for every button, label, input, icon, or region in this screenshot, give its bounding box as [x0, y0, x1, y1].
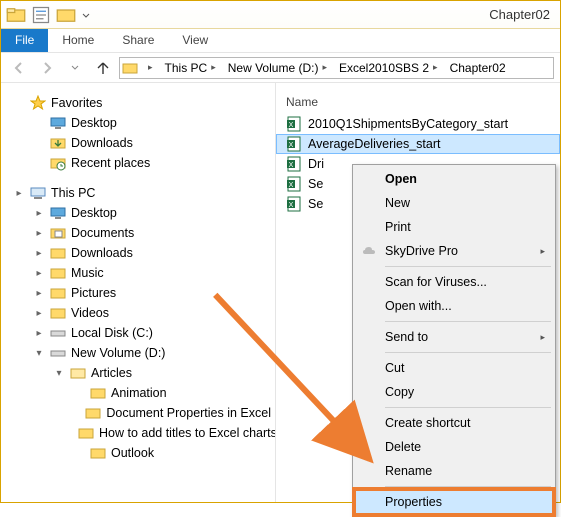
tree-pc-localdisk[interactable]: ▸Local Disk (C:)	[33, 323, 271, 343]
new-folder-button[interactable]	[55, 4, 77, 26]
ctx-print[interactable]: Print	[355, 215, 553, 239]
videos-icon	[50, 305, 66, 321]
separator	[385, 352, 551, 353]
tree-pc-downloads[interactable]: ▸Downloads	[33, 243, 271, 263]
window-title: Chapter02	[489, 7, 556, 22]
separator	[385, 407, 551, 408]
ctx-openwith[interactable]: Open with...	[355, 294, 553, 318]
column-header-name[interactable]: Name	[276, 91, 560, 114]
ctx-shortcut[interactable]: Create shortcut	[355, 411, 553, 435]
tree-art-outlook[interactable]: Outlook	[73, 443, 271, 463]
star-icon	[30, 95, 46, 111]
recent-icon	[50, 155, 66, 171]
excel-icon: X	[286, 136, 302, 152]
pictures-icon	[50, 285, 66, 301]
tree-favorites[interactable]: Favorites	[13, 93, 271, 113]
ctx-new[interactable]: New	[355, 191, 553, 215]
downloads-icon	[50, 245, 66, 261]
breadcrumb-thispc[interactable]: This PC▸	[159, 58, 222, 78]
svg-text:X: X	[289, 162, 294, 169]
tree-pc-documents[interactable]: ▸Documents	[33, 223, 271, 243]
nav-forward-button[interactable]	[35, 56, 59, 80]
ribbon-tabs: File Home Share View	[1, 29, 560, 53]
breadcrumb[interactable]: ▸ This PC▸ New Volume (D:)▸ Excel2010SBS…	[119, 57, 554, 79]
folder-open-icon	[70, 365, 86, 381]
tree-fav-desktop[interactable]: Desktop	[33, 113, 271, 133]
ctx-delete[interactable]: Delete	[355, 435, 553, 459]
separator	[385, 266, 551, 267]
cloud-icon	[361, 243, 377, 259]
folder-icon	[90, 445, 106, 461]
file-row-selected[interactable]: XAverageDeliveries_start	[276, 134, 560, 154]
ctx-scan[interactable]: Scan for Viruses...	[355, 270, 553, 294]
tree-pc-desktop[interactable]: ▸Desktop	[33, 203, 271, 223]
tree-pc-pictures[interactable]: ▸Pictures	[33, 283, 271, 303]
ctx-sendto[interactable]: Send to▸	[355, 325, 553, 349]
excel-icon: X	[286, 116, 302, 132]
qat-customize-button[interactable]	[80, 4, 92, 26]
tab-view[interactable]: View	[168, 29, 222, 52]
drive-icon	[50, 345, 66, 361]
tab-home[interactable]: Home	[48, 29, 108, 52]
tree-articles[interactable]: ▾Articles	[53, 363, 271, 383]
svg-text:X: X	[289, 202, 294, 209]
submenu-arrow-icon: ▸	[540, 246, 545, 257]
svg-text:X: X	[289, 122, 294, 129]
ctx-open[interactable]: Open	[355, 167, 553, 191]
folder-location-button[interactable]	[5, 4, 27, 26]
tree-art-titles[interactable]: How to add titles to Excel charts	[73, 423, 271, 443]
desktop-icon	[50, 205, 66, 221]
tree-art-animation[interactable]: Animation	[73, 383, 271, 403]
breadcrumb-root-chevron[interactable]: ▸	[138, 58, 159, 78]
svg-text:X: X	[289, 182, 294, 189]
excel-icon: X	[286, 156, 302, 172]
folder-icon	[78, 425, 94, 441]
nav-back-button[interactable]	[7, 56, 31, 80]
computer-icon	[30, 185, 46, 201]
tab-share[interactable]: Share	[108, 29, 168, 52]
svg-text:X: X	[289, 142, 294, 149]
ctx-copy[interactable]: Copy	[355, 380, 553, 404]
breadcrumb-newvolume[interactable]: New Volume (D:)▸	[222, 58, 333, 78]
tree-art-docprops[interactable]: Document Properties in Excel	[73, 403, 271, 423]
excel-icon: X	[286, 176, 302, 192]
tab-file[interactable]: File	[1, 29, 48, 52]
navigation-tree[interactable]: Favorites Desktop Downloads Recent place…	[1, 83, 276, 502]
folder-icon	[85, 405, 101, 421]
documents-icon	[50, 225, 66, 241]
ctx-skydrive[interactable]: SkyDrive Pro▸	[355, 239, 553, 263]
separator	[385, 486, 551, 487]
drive-icon	[50, 325, 66, 341]
ctx-cut[interactable]: Cut	[355, 356, 553, 380]
properties-button[interactable]	[30, 4, 52, 26]
nav-up-button[interactable]	[91, 56, 115, 80]
tree-thispc[interactable]: ▸This PC	[13, 183, 271, 203]
downloads-icon	[50, 135, 66, 151]
music-icon	[50, 265, 66, 281]
folder-icon	[122, 60, 138, 76]
tree-pc-music[interactable]: ▸Music	[33, 263, 271, 283]
tree-pc-videos[interactable]: ▸Videos	[33, 303, 271, 323]
submenu-arrow-icon: ▸	[540, 332, 545, 343]
desktop-icon	[50, 115, 66, 131]
breadcrumb-chapter02[interactable]: Chapter02	[444, 58, 512, 78]
tree-pc-newvolume[interactable]: ▾New Volume (D:)	[33, 343, 271, 363]
address-bar: ▸ This PC▸ New Volume (D:)▸ Excel2010SBS…	[1, 53, 560, 83]
file-row[interactable]: X2010Q1ShipmentsByCategory_start	[276, 114, 560, 134]
ctx-properties[interactable]: Properties	[355, 490, 553, 514]
tree-fav-downloads[interactable]: Downloads	[33, 133, 271, 153]
folder-icon	[90, 385, 106, 401]
tree-fav-recent[interactable]: Recent places	[33, 153, 271, 173]
title-bar: Chapter02	[1, 1, 560, 29]
ctx-rename[interactable]: Rename	[355, 459, 553, 483]
excel-icon: X	[286, 196, 302, 212]
separator	[385, 321, 551, 322]
context-menu: Open New Print SkyDrive Pro▸ Scan for Vi…	[352, 164, 556, 517]
breadcrumb-excelsbs[interactable]: Excel2010SBS 2▸	[333, 58, 444, 78]
nav-recent-button[interactable]	[63, 56, 87, 80]
quick-access-toolbar	[5, 4, 92, 26]
